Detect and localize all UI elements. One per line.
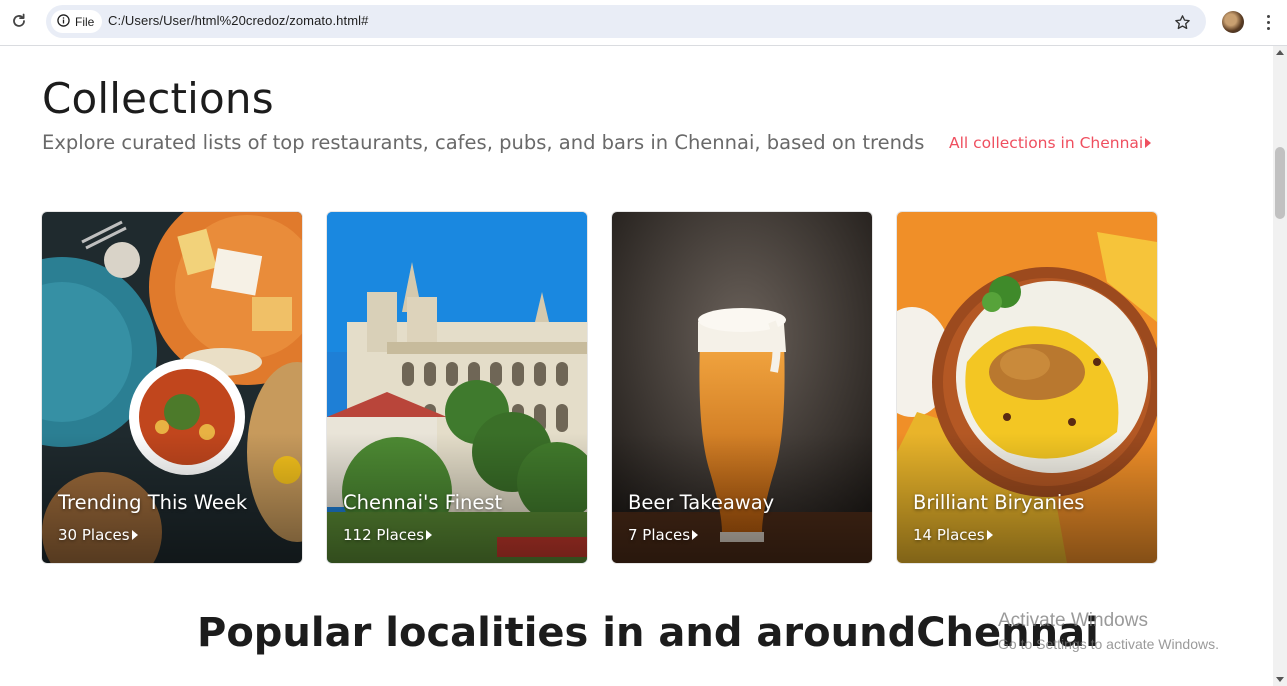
watermark-line-2: Go to Settings to activate Windows.	[998, 636, 1219, 652]
collections-title: Collections	[42, 74, 274, 123]
site-info-chip[interactable]: File	[51, 10, 103, 33]
card-count-label: 30 Places	[58, 526, 130, 544]
collection-card-beer-takeaway[interactable]: Beer Takeaway 7 Places	[612, 212, 872, 563]
caret-right-icon	[986, 530, 993, 540]
scroll-down-arrow-icon[interactable]	[1276, 677, 1284, 682]
card-title: Brilliant Biryanies	[913, 491, 1085, 514]
all-collections-link[interactable]: All collections in Chennai	[949, 134, 1152, 152]
reload-icon[interactable]	[8, 10, 30, 32]
watermark-line-1: Activate Windows	[998, 610, 1148, 631]
card-title: Trending This Week	[58, 491, 248, 514]
card-count-label: 7 Places	[628, 526, 691, 544]
page-scrollbar[interactable]	[1273, 46, 1287, 686]
scroll-up-arrow-icon[interactable]	[1276, 50, 1284, 55]
card-place-count[interactable]: 30 Places	[58, 526, 138, 544]
localities-heading-regular: Popular localities in and around	[197, 610, 917, 656]
menu-kebab-icon[interactable]	[1260, 11, 1276, 33]
caret-right-icon	[131, 530, 138, 540]
collections-subtitle: Explore curated lists of top restaurants…	[42, 131, 925, 154]
caret-right-icon	[426, 530, 433, 540]
card-place-count[interactable]: 112 Places	[343, 526, 433, 544]
address-bar[interactable]: File C:/Users/User/html%20credoz/zomato.…	[46, 5, 1206, 38]
card-count-label: 14 Places	[913, 526, 985, 544]
activate-windows-watermark: Activate Windows Go to Settings to activ…	[998, 610, 1219, 652]
collection-card-brilliant-biryanies[interactable]: Brilliant Biryanies 14 Places	[897, 212, 1157, 563]
caret-right-icon	[692, 530, 699, 540]
site-chip-label: File	[75, 14, 95, 29]
profile-avatar[interactable]	[1222, 11, 1244, 33]
scrollbar-thumb[interactable]	[1275, 147, 1285, 219]
card-title: Chennai's Finest	[343, 491, 503, 514]
collection-card-chennais-finest[interactable]: Chennai's Finest 112 Places	[327, 212, 587, 563]
card-title: Beer Takeaway	[628, 491, 775, 514]
card-place-count[interactable]: 14 Places	[913, 526, 993, 544]
localities-heading: Popular localities in and aroundChennai	[197, 610, 1099, 656]
caret-right-icon	[1145, 138, 1152, 148]
card-place-count[interactable]: 7 Places	[628, 526, 699, 544]
browser-toolbar: File C:/Users/User/html%20credoz/zomato.…	[0, 0, 1287, 46]
url-text[interactable]: C:/Users/User/html%20credoz/zomato.html#	[108, 13, 368, 28]
bookmark-star-icon[interactable]	[1172, 12, 1192, 32]
collection-card-trending[interactable]: Trending This Week 30 Places	[42, 212, 302, 563]
all-collections-label: All collections in Chennai	[949, 134, 1144, 152]
info-icon	[57, 13, 70, 30]
card-count-label: 112 Places	[343, 526, 425, 544]
